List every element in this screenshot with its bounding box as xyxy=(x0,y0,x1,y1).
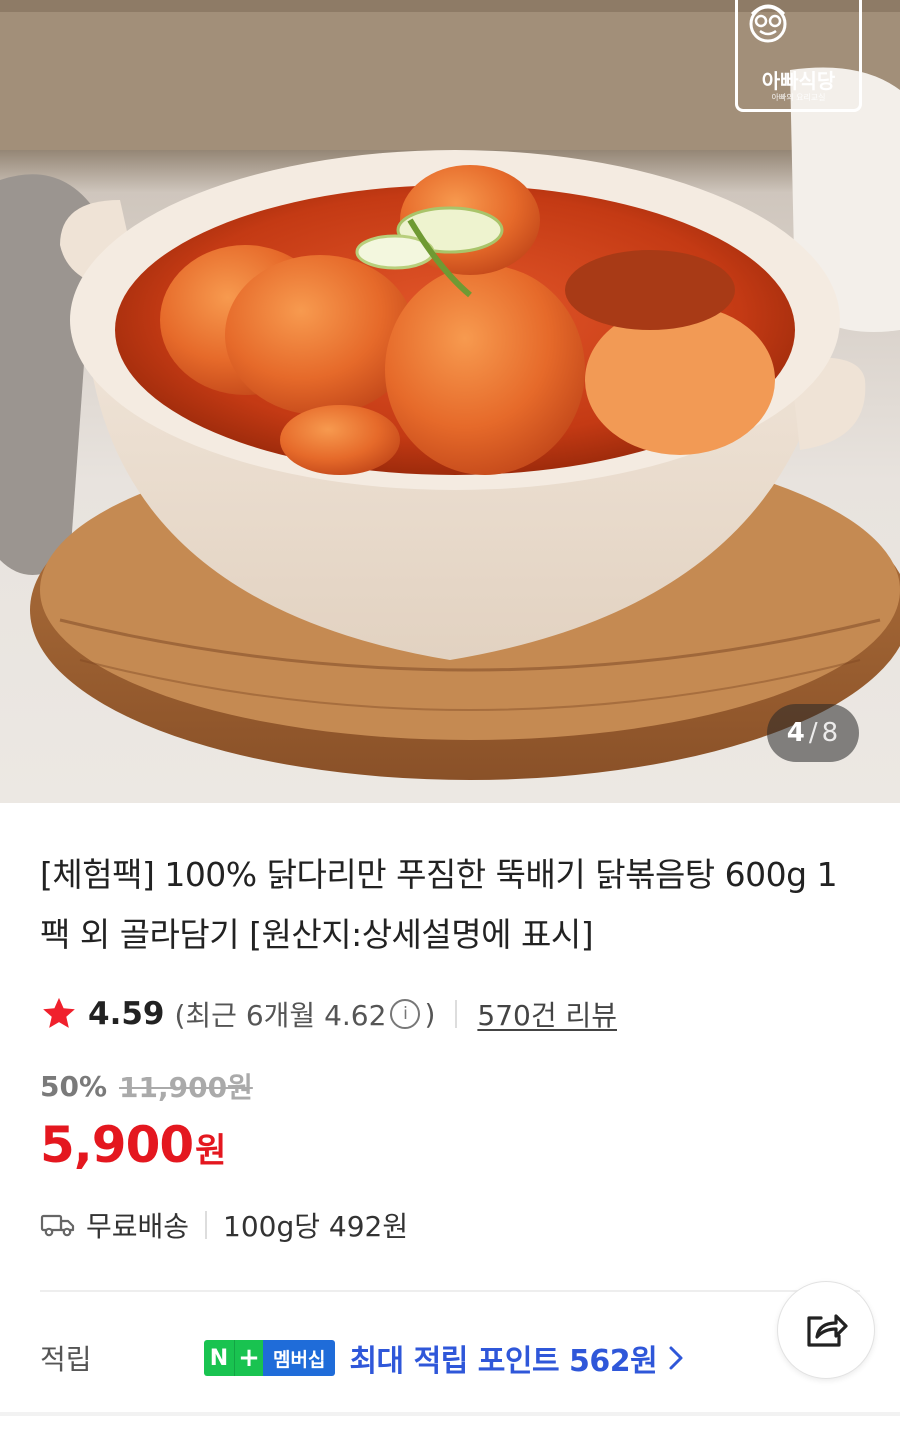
unit-price-label: 100g당 492원 xyxy=(223,1210,409,1243)
bottom-divider xyxy=(0,1412,900,1416)
discount-rate: 50% xyxy=(40,1069,108,1103)
product-image-carousel[interactable]: 아빠식당 아빠의 요리교실 4 / 8 xyxy=(0,0,900,803)
page-total: 8 xyxy=(821,718,840,748)
points-label: 적립 xyxy=(40,1343,92,1376)
original-price: 11,900원 xyxy=(119,1071,253,1104)
sale-price: 5,900 xyxy=(40,1116,194,1174)
review-count-link[interactable]: 570건 리뷰 xyxy=(477,994,617,1034)
brand-logo: 아빠식당 아빠의 요리교실 xyxy=(735,0,862,112)
rating-score: 4.59 xyxy=(88,996,165,1032)
product-title: [체험팩] 100% 닭다리만 푸짐한 뚝배기 닭볶음탕 600g 1팩 외 골… xyxy=(40,855,838,954)
brand-logo-subtext: 아빠의 요리교실 xyxy=(771,93,826,102)
recent-rating-close: ) xyxy=(424,997,436,1031)
price-unit: 원 xyxy=(195,1131,227,1171)
page-current: 4 xyxy=(786,718,806,748)
rating-row: 4.59 (최근 6개월 4.62 i ) 570건 리뷰 xyxy=(40,992,617,1036)
shipping-divider xyxy=(205,1211,208,1239)
points-row[interactable]: 적립 N + 멤버십 최대 적립 포인트 562원 xyxy=(40,1334,860,1382)
star-icon xyxy=(43,997,75,1028)
section-divider xyxy=(40,1290,860,1292)
plus-icon: + xyxy=(234,1340,263,1376)
brand-logo-text: 아빠식당 xyxy=(761,69,836,93)
chef-face-icon xyxy=(749,4,787,43)
recent-rating-text: (최근 6개월 4.62 xyxy=(174,999,387,1032)
info-icon[interactable]: i xyxy=(390,999,421,1029)
naver-membership-badge: N + 멤버십 xyxy=(204,1340,336,1376)
shipping-row: 무료배송 100g당 492원 xyxy=(40,1203,408,1247)
rating-divider xyxy=(455,1000,458,1028)
image-page-indicator: 4 / 8 xyxy=(767,704,859,762)
membership-label: 멤버십 xyxy=(263,1340,336,1376)
truck-icon xyxy=(40,1214,75,1237)
free-shipping-label: 무료배송 xyxy=(86,1210,190,1243)
sale-price-row: 5,900 원 xyxy=(40,1116,226,1174)
naver-n-icon: N xyxy=(204,1340,234,1376)
page-separator: / xyxy=(808,718,819,748)
chevron-right-icon xyxy=(669,1346,683,1370)
max-points-text: 최대 적립 포인트 562원 xyxy=(349,1344,658,1379)
discount-row: 50% 11,900원 xyxy=(40,1066,253,1106)
product-photo xyxy=(0,0,900,780)
